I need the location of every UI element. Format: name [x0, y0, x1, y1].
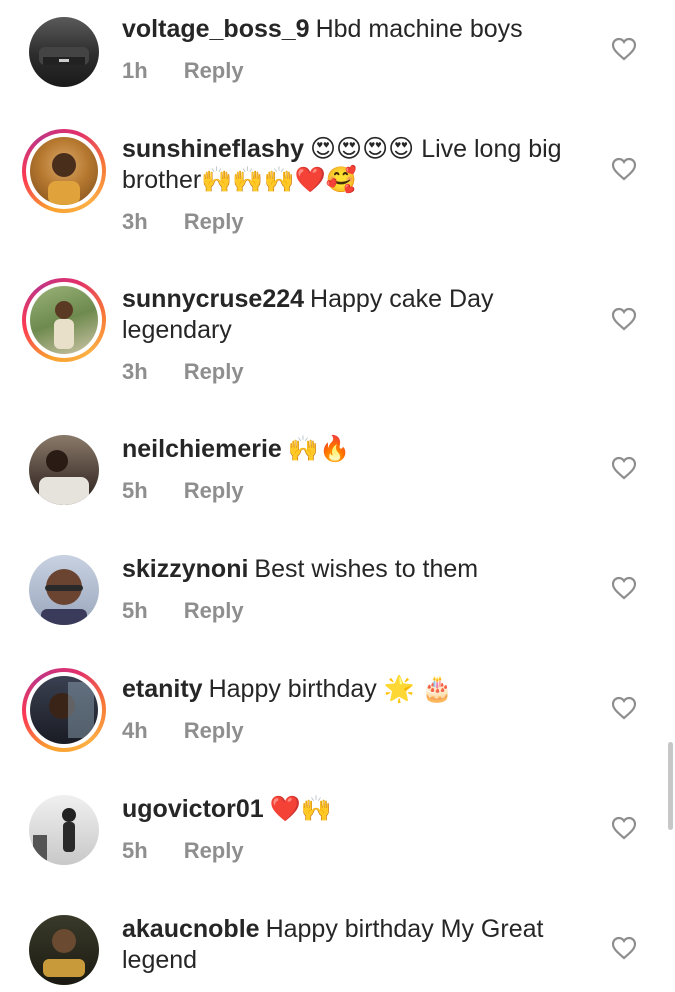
reply-button[interactable]: Reply [184, 838, 244, 863]
avatar[interactable] [22, 10, 106, 94]
reply-button[interactable]: Reply [184, 209, 244, 234]
avatar[interactable] [22, 278, 106, 362]
comment-time: 5h [122, 478, 148, 503]
comment-username[interactable]: ugovictor01 [122, 795, 264, 823]
reply-button[interactable]: Reply [184, 478, 244, 503]
comment-body: Best wishes to them [254, 555, 479, 583]
comment-meta: 3h Reply [122, 209, 244, 235]
comment-meta: 3h Reply [122, 359, 244, 385]
heart-outline-icon[interactable] [611, 157, 637, 181]
comment-time: 3h [122, 359, 148, 384]
comment-text: etanity Happy birthday 🌟 🎂 [122, 674, 592, 705]
avatar[interactable] [22, 428, 106, 512]
heart-outline-icon[interactable] [611, 37, 637, 61]
comment-body: Hbd machine boys [315, 15, 523, 43]
comment-text: neilchiemerie 🙌🔥 [122, 434, 592, 465]
comment-username[interactable]: neilchiemerie [122, 435, 282, 463]
heart-outline-icon[interactable] [611, 576, 637, 600]
avatar[interactable] [22, 129, 106, 213]
heart-outline-icon[interactable] [611, 696, 637, 720]
scrollbar[interactable] [668, 742, 673, 830]
reply-button[interactable]: Reply [184, 718, 244, 743]
reply-button[interactable]: Reply [184, 58, 244, 83]
comment-body: 🙌🔥 [287, 435, 351, 463]
avatar[interactable] [22, 908, 106, 992]
comment-time: 4h [122, 718, 148, 743]
avatar[interactable] [22, 788, 106, 872]
comment-time: 5h [122, 598, 148, 623]
comment-username[interactable]: etanity [122, 675, 203, 703]
avatar[interactable] [22, 668, 106, 752]
comment-text: voltage_boss_9 Hbd machine boys [122, 14, 592, 45]
comment-username[interactable]: sunshineflashy [122, 135, 304, 163]
comment-meta: 5h Reply [122, 478, 244, 504]
comment-meta: 5h Reply [122, 598, 244, 624]
reply-button[interactable]: Reply [184, 598, 244, 623]
comment-body: Happy birthday 🌟 🎂 [208, 675, 453, 703]
comment-body: ❤️🙌 [269, 795, 332, 823]
heart-outline-icon[interactable] [611, 936, 637, 960]
heart-outline-icon[interactable] [611, 816, 637, 840]
avatar[interactable] [22, 548, 106, 632]
comment-text: akaucnoble Happy birthday My Great legend [122, 914, 592, 976]
comment-text: skizzynoni Best wishes to them [122, 554, 592, 585]
heart-outline-icon[interactable] [611, 307, 637, 331]
comment-time: 1h [122, 58, 148, 83]
comment-text: ugovictor01 ❤️🙌 [122, 794, 592, 825]
comment-time: 5h [122, 838, 148, 863]
comment-meta: 5h Reply [122, 838, 244, 864]
comment-meta: 4h Reply [122, 718, 244, 744]
comment-username[interactable]: sunnycruse224 [122, 285, 304, 313]
comment-meta: 1h Reply [122, 58, 244, 84]
reply-button[interactable]: Reply [184, 359, 244, 384]
comment-username[interactable]: akaucnoble [122, 915, 260, 943]
comment-time: 3h [122, 209, 148, 234]
comment-text: sunnycruse224 Happy cake Day legendary [122, 284, 592, 346]
heart-outline-icon[interactable] [611, 456, 637, 480]
comment-username[interactable]: voltage_boss_9 [122, 15, 310, 43]
comment-username[interactable]: skizzynoni [122, 555, 248, 583]
comment-text: sunshineflashy 😍😍😍😍 Live long big brother… [122, 134, 592, 196]
